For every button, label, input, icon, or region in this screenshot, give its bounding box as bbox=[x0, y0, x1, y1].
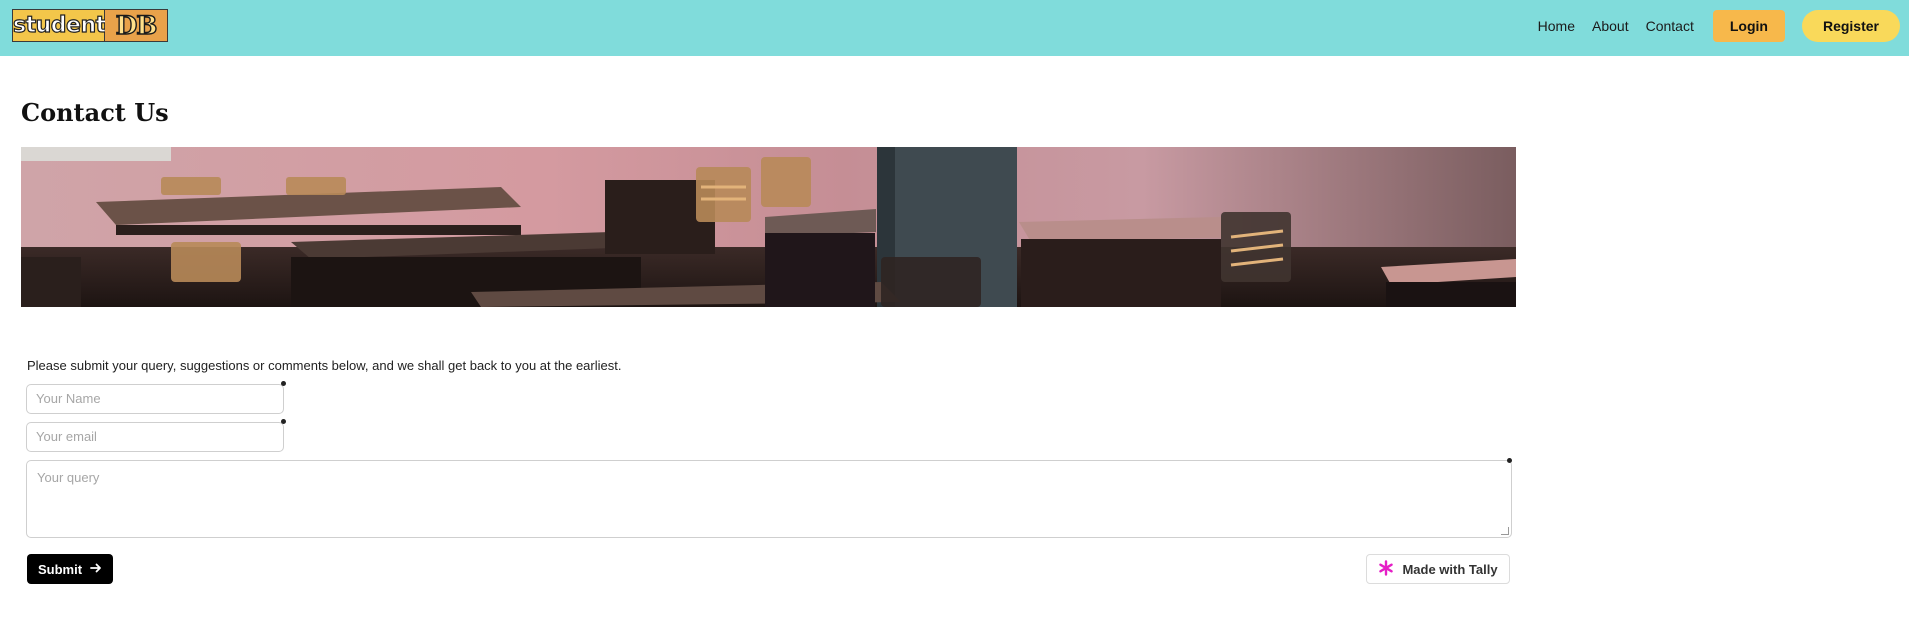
submit-button[interactable]: Submit bbox=[27, 554, 113, 584]
nav-about-link[interactable]: About bbox=[1592, 18, 1629, 34]
query-placeholder: Your query bbox=[37, 470, 100, 485]
login-button[interactable]: Login bbox=[1712, 10, 1785, 42]
classroom-banner-image bbox=[21, 147, 1516, 307]
page-title: Contact Us bbox=[21, 98, 169, 127]
arrow-right-icon bbox=[90, 562, 102, 577]
studentdb-logo[interactable]: student DB bbox=[12, 9, 168, 42]
nav-contact-link[interactable]: Contact bbox=[1646, 18, 1694, 34]
made-with-tally-badge[interactable]: Made with Tally bbox=[1366, 554, 1510, 584]
form-intro-text: Please submit your query, suggestions or… bbox=[27, 358, 622, 373]
required-marker bbox=[281, 419, 286, 424]
register-button[interactable]: Register bbox=[1801, 10, 1900, 42]
logo-text-student: student bbox=[13, 10, 107, 41]
query-textarea[interactable]: Your query bbox=[26, 460, 1512, 538]
logo-text-db: DB bbox=[105, 10, 167, 41]
email-field[interactable]: Your email bbox=[26, 422, 284, 452]
nav-home-link[interactable]: Home bbox=[1538, 18, 1575, 34]
required-marker bbox=[281, 381, 286, 386]
submit-label: Submit bbox=[37, 561, 83, 577]
required-marker bbox=[1507, 458, 1512, 463]
top-navbar: student DB Home About Contact Login Regi… bbox=[0, 0, 1909, 56]
main-nav: Home About Contact Login Register bbox=[1538, 10, 1909, 42]
tally-label: Made with Tally bbox=[1402, 561, 1498, 577]
resize-handle-icon[interactable] bbox=[1501, 527, 1509, 535]
tally-asterisk-icon bbox=[1378, 559, 1394, 579]
name-field[interactable]: Your Name bbox=[26, 384, 284, 414]
